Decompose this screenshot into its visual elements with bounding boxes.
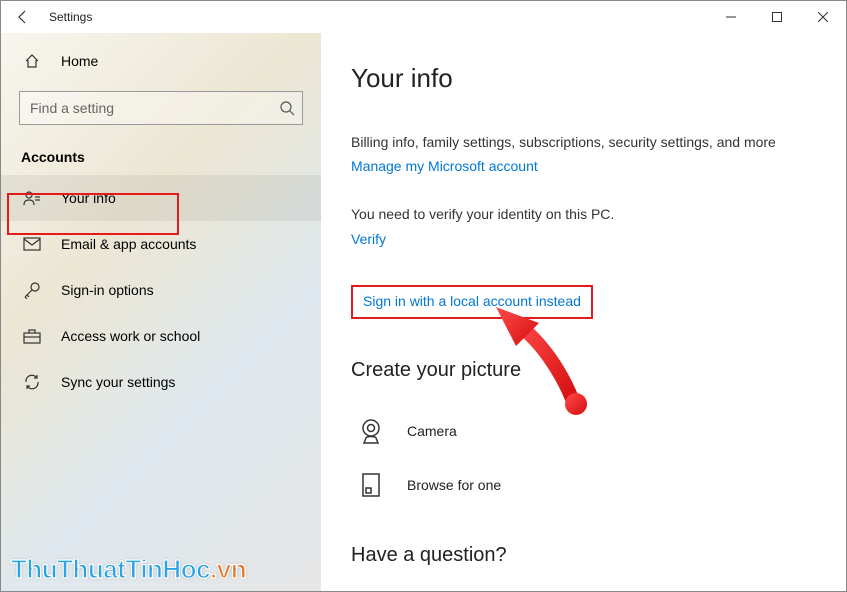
window-title: Settings [49, 10, 92, 24]
verify-link[interactable]: Verify [351, 231, 386, 247]
sidebar-item-label: Email & app accounts [61, 236, 196, 252]
close-button[interactable] [800, 1, 846, 33]
browse-icon [351, 471, 391, 499]
annotation-highlight-local-account: Sign in with a local account instead [351, 285, 593, 319]
sidebar-item-sync[interactable]: Sync your settings [1, 359, 321, 405]
manage-account-link[interactable]: Manage my Microsoft account [351, 158, 538, 174]
email-icon [21, 237, 43, 251]
home-nav[interactable]: Home [1, 41, 321, 81]
camera-option[interactable]: Camera [351, 404, 816, 458]
settings-window: Settings Home [1, 1, 846, 591]
sidebar-item-label: Sign-in options [61, 282, 154, 298]
camera-label: Camera [407, 423, 457, 439]
camera-icon [351, 416, 391, 446]
question-heading: Have a question? [351, 544, 816, 567]
minimize-button[interactable] [708, 1, 754, 33]
sidebar-item-your-info[interactable]: Your info [1, 175, 321, 221]
watermark: ThuThuatTinHoc.vn [11, 554, 246, 585]
sidebar-item-signin[interactable]: Sign-in options [1, 267, 321, 313]
key-icon [21, 281, 43, 299]
sidebar-item-label: Sync your settings [61, 374, 175, 390]
sidebar-item-work-school[interactable]: Access work or school [1, 313, 321, 359]
search-input[interactable] [19, 91, 303, 125]
window-controls [708, 1, 846, 33]
browse-label: Browse for one [407, 477, 501, 493]
person-icon [21, 190, 43, 206]
briefcase-icon [21, 328, 43, 344]
verify-text: You need to verify your identity on this… [351, 204, 781, 224]
maximize-button[interactable] [754, 1, 800, 33]
home-icon [21, 53, 43, 69]
sidebar-item-label: Your info [61, 190, 116, 206]
sidebar-item-label: Access work or school [61, 328, 200, 344]
home-label: Home [61, 53, 98, 69]
content-panel: Your info Billing info, family settings,… [321, 33, 846, 591]
sidebar-section-title: Accounts [1, 135, 321, 175]
sidebar-item-email[interactable]: Email & app accounts [1, 221, 321, 267]
sidebar: Home Accounts Your info Email & app [1, 33, 321, 591]
page-title: Your info [351, 63, 816, 94]
billing-text: Billing info, family settings, subscript… [351, 132, 781, 152]
browse-option[interactable]: Browse for one [351, 458, 816, 512]
local-account-link[interactable]: Sign in with a local account instead [363, 293, 581, 309]
picture-heading: Create your picture [351, 359, 816, 382]
titlebar: Settings [1, 1, 846, 33]
back-button[interactable] [1, 1, 45, 33]
sync-icon [21, 373, 43, 391]
search-icon [279, 100, 295, 116]
